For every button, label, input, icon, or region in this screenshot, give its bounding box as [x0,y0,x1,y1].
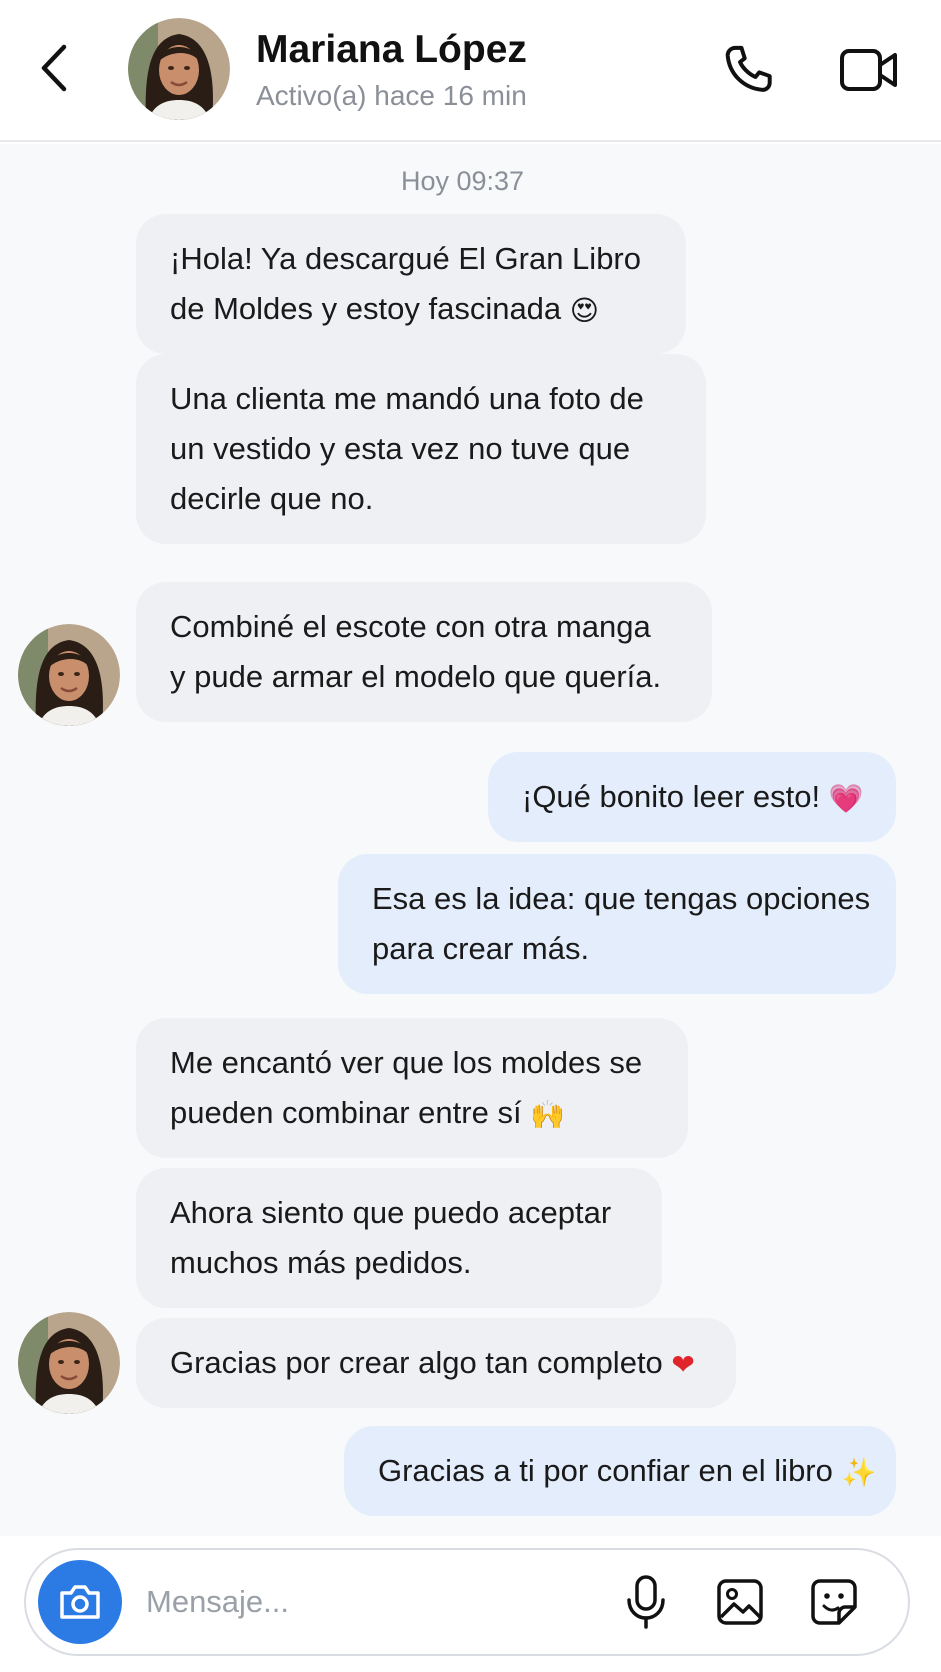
incoming-message[interactable]: ¡Hola! Ya descargué El Gran Libro de Mol… [136,214,686,354]
message-line: ¡Qué bonito leer esto! [522,779,821,814]
message-line: Gracias a ti por confiar en el libro [378,1453,833,1488]
message-line: y pude armar el modelo que quería. [170,659,662,694]
message-line: Gracias por crear algo tan completo [170,1345,663,1380]
phone-icon [725,45,772,92]
video-camera-icon [840,49,897,91]
microphone-button[interactable] [614,1570,678,1634]
raised-hands-emoji: 🙌 [530,1097,566,1131]
contact-avatar-small[interactable] [18,1312,120,1414]
back-button[interactable] [30,38,78,98]
image-icon [717,1579,763,1625]
message-line: Me encantó ver que los moldes se [170,1045,643,1080]
sticker-icon [811,1579,857,1625]
incoming-message[interactable]: Ahora siento que puedo aceptar muchos má… [136,1168,662,1308]
microphone-icon [627,1575,665,1629]
video-call-button[interactable] [836,38,902,102]
message-line: un vestido y esta vez no tuve que [170,431,631,466]
message-line: ¡Hola! Ya descargué El Gran Libro [170,241,641,276]
message-line: Una clienta me mandó una foto de [170,381,644,416]
camera-icon [60,1585,100,1619]
sticker-button[interactable] [802,1570,866,1634]
outgoing-message[interactable]: Gracias a ti por confiar en el libro ✨ [344,1426,896,1516]
message-input[interactable] [146,1574,616,1630]
outgoing-message[interactable]: Esa es la idea: que tengas opciones para… [338,854,896,994]
contact-status: Activo(a) hace 16 min [256,80,527,111]
chat-timestamp: Hoy 09:37 [400,166,525,196]
message-line: Ahora siento que puedo aceptar [170,1195,612,1230]
message-line: Combiné el escote con otra manga [170,609,651,644]
contact-name: Mariana López [256,28,527,71]
heart-emoji: 💗 [828,781,864,815]
contact-avatar-small[interactable] [18,624,120,726]
heart-eyes-emoji: 😍 [569,293,599,327]
sparkles-emoji: ✨ [841,1455,877,1489]
message-line: para crear más. [372,931,590,966]
incoming-message[interactable]: Gracias por crear algo tan completo ❤ [136,1318,736,1408]
message-line: decirle que no. [170,481,374,516]
contact-avatar[interactable] [128,18,230,120]
incoming-message[interactable]: Una clienta me mandó una foto de un vest… [136,354,706,544]
call-button[interactable] [716,38,780,102]
gallery-button[interactable] [708,1570,772,1634]
message-line: Esa es la idea: que tengas opciones [372,881,871,916]
chat-header: Mariana López Activo(a) hace 16 min [0,0,941,142]
message-line: de Moldes y estoy fascinada [170,291,562,326]
incoming-message[interactable]: Combiné el escote con otra manga y pude … [136,582,712,722]
message-line: muchos más pedidos. [170,1245,472,1280]
red-heart-emoji: ❤ [671,1347,695,1381]
outgoing-message[interactable]: ¡Qué bonito leer esto! 💗 [488,752,896,842]
incoming-message[interactable]: Me encantó ver que los moldes se pueden … [136,1018,688,1158]
message-line: pueden combinar entre sí [170,1095,522,1130]
chat-thread[interactable]: Hoy 09:37 ¡Hola! Ya descargué El Gran Li… [0,144,941,1536]
chevron-left-icon [41,44,67,92]
camera-button[interactable] [38,1560,122,1644]
message-composer [24,1548,910,1656]
